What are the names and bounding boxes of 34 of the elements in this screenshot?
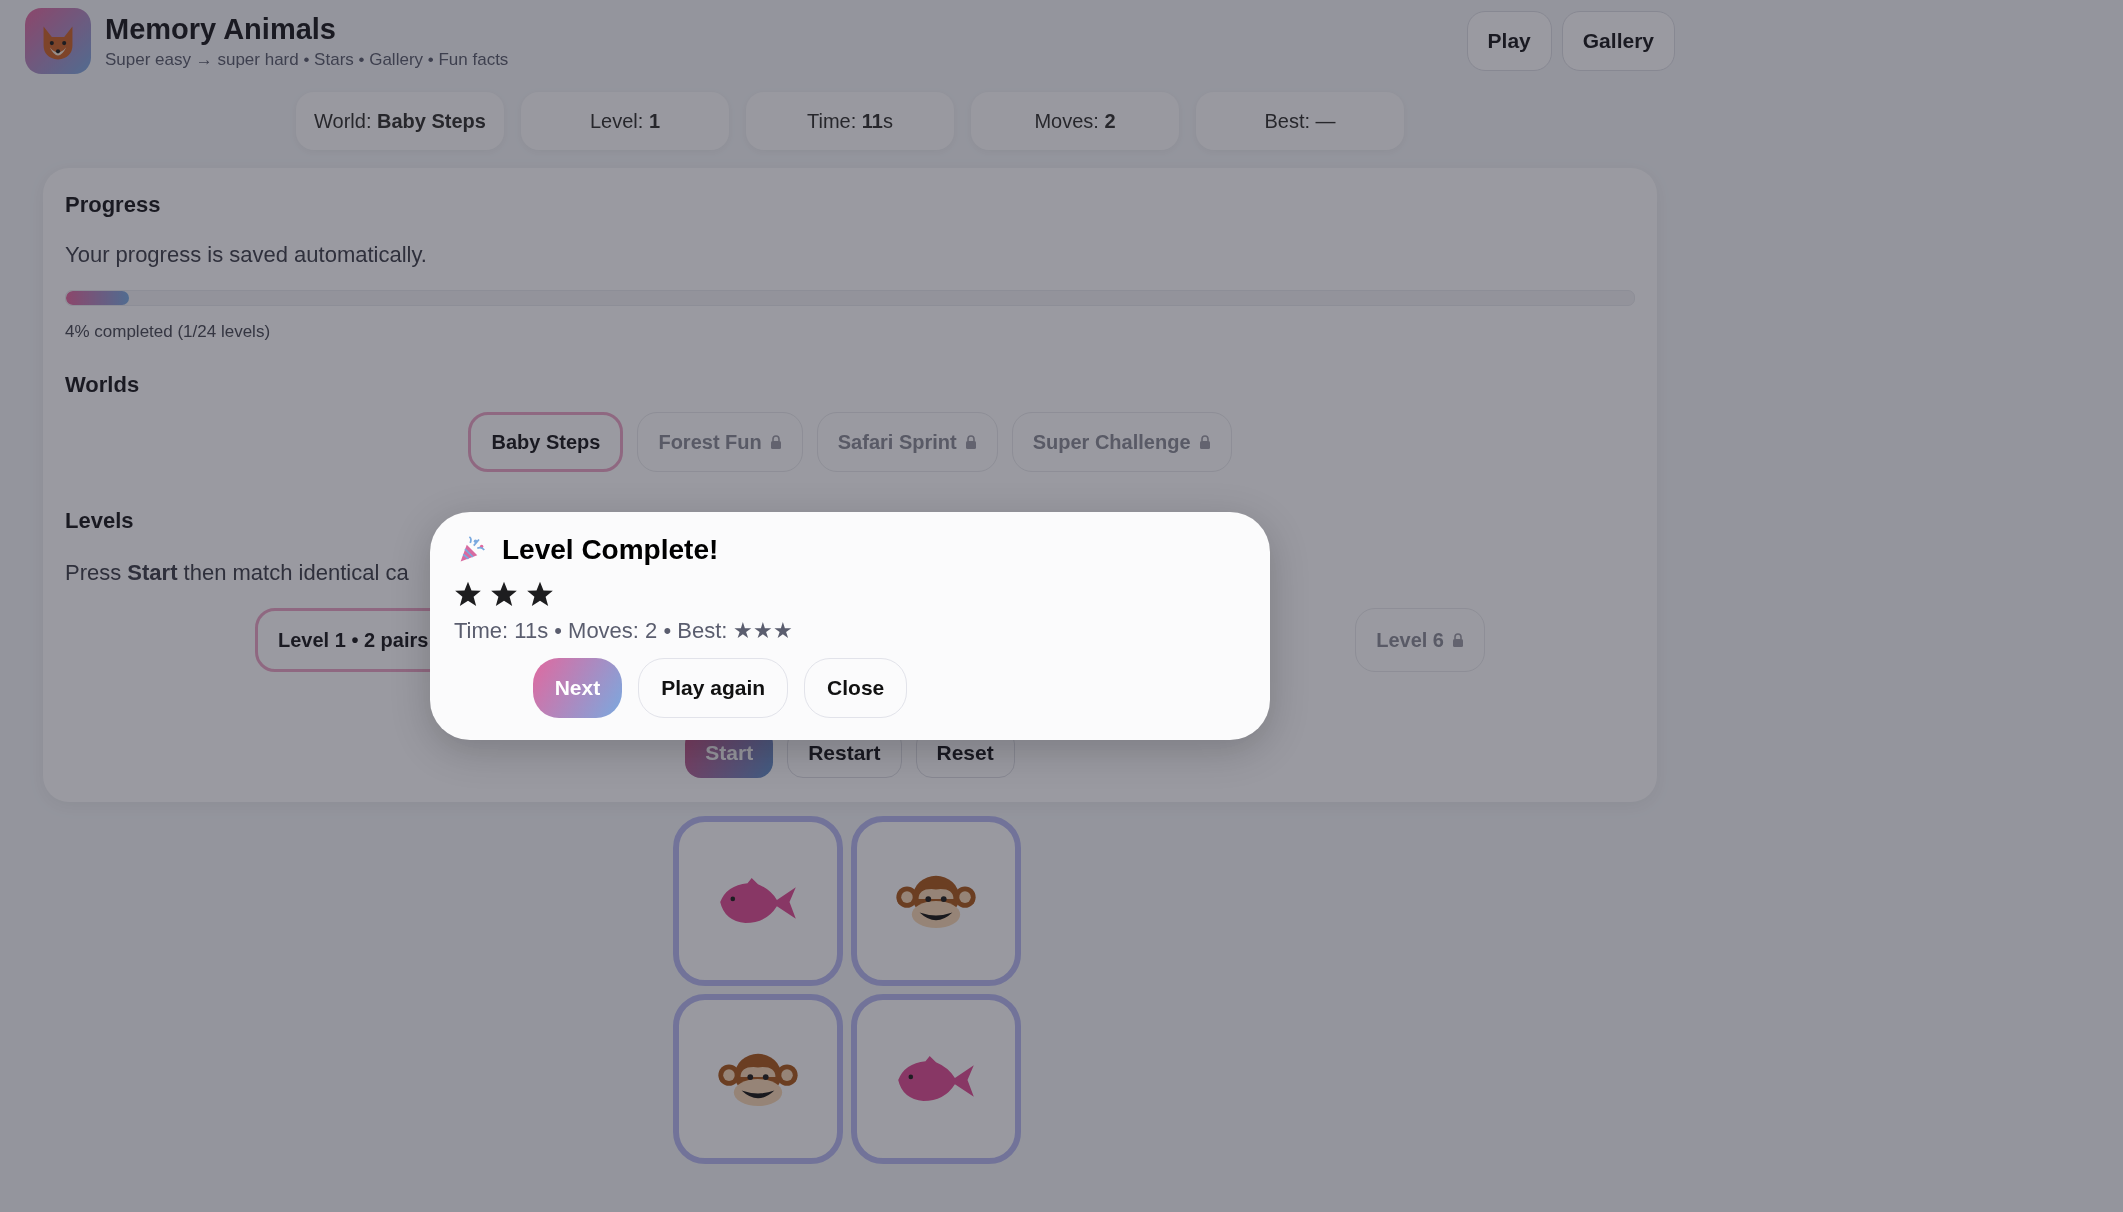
- section-heading: Levels: [65, 508, 135, 534]
- party-popper-icon: [458, 536, 486, 564]
- nav-button[interactable]: Gallery: [1561, 11, 1675, 71]
- dialog-button[interactable]: Close: [804, 658, 908, 718]
- stat-pill: Moves: 2: [971, 92, 1179, 150]
- memory-card[interactable]: [673, 816, 843, 986]
- memory-card[interactable]: [673, 994, 843, 1164]
- stat-pill: Time: 11s: [746, 92, 954, 150]
- app-subtitle: Super easy → super hard • Stars • Gallery • Fun facts: [105, 49, 509, 70]
- section-heading: Progress: [65, 192, 162, 218]
- stat-pill: Level: 1: [521, 92, 729, 150]
- lock-icon: [769, 435, 782, 449]
- fox-logo-icon: [25, 8, 91, 74]
- section-heading: Worlds: [65, 372, 141, 398]
- progress-text: Your progress is saved automatically.: [65, 242, 428, 268]
- nav-button[interactable]: Play: [1466, 11, 1552, 71]
- dialog-button[interactable]: Next: [532, 658, 623, 718]
- lock-icon: [964, 435, 977, 449]
- levels-hint: Press Start then match identical ca: [65, 560, 410, 586]
- lock-icon: [1452, 633, 1464, 647]
- star-icon: [490, 580, 518, 608]
- progress-caption: 4% completed (1/24 levels): [65, 322, 272, 342]
- world-chip[interactable]: Baby Steps: [468, 412, 624, 472]
- memory-card[interactable]: [851, 994, 1021, 1164]
- dialog-button[interactable]: Play again: [638, 658, 789, 718]
- star-icon: [454, 580, 482, 608]
- stat-pill: Best: —: [1196, 92, 1404, 150]
- star-icon: [526, 580, 554, 608]
- app-title: Memory Animals: [105, 12, 337, 46]
- stat-pill: World: Baby Steps: [296, 92, 504, 150]
- lock-icon: [1198, 435, 1211, 449]
- dialog-title: Level Complete!: [502, 534, 719, 566]
- result-summary: Time: 11s • Moves: 2 • Best: ★★★: [454, 618, 795, 644]
- memory-card[interactable]: [851, 816, 1021, 986]
